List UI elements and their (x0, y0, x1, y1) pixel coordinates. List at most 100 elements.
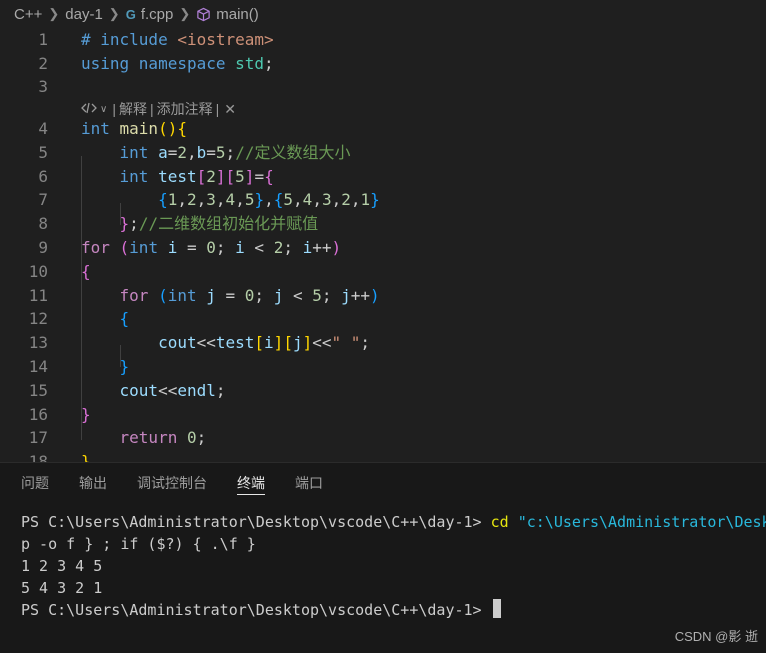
chevron-right-icon: ❯ (179, 6, 191, 21)
code-line: 7 {1,2,3,4,5},{5,4,3,2,1} (0, 188, 766, 212)
terminal-line: PS C:\Users\Administrator\Desktop\vscode… (21, 599, 766, 621)
code-token: 4 (225, 190, 236, 209)
code-token: , (331, 190, 342, 209)
line-number: 2 (38, 54, 48, 73)
code-token: ) (331, 238, 342, 257)
code-line: 11 for (int j = 0; j < 5; j++) (0, 284, 766, 308)
code-token: int (81, 143, 159, 162)
code-token: 5 (283, 190, 294, 209)
terminal-output: 5 4 3 2 1 (21, 579, 103, 597)
code-token: = (254, 167, 265, 186)
code-token: { (81, 262, 91, 281)
code-token: [ (196, 167, 207, 186)
code-token: = (215, 286, 245, 305)
code-line: 3 (0, 75, 766, 99)
close-icon[interactable]: ✕ (224, 101, 236, 118)
code-token: [ (283, 333, 293, 352)
codelens-separator: | (149, 101, 154, 117)
breadcrumb-item-day1[interactable]: day-1 (65, 6, 103, 23)
code-token: 0 (244, 286, 255, 305)
code-token: int (167, 286, 207, 305)
code-token: 1 (167, 190, 178, 209)
code-token: int (81, 119, 120, 138)
code-token: 2 (273, 238, 284, 257)
tab-ports[interactable]: 端口 (295, 463, 323, 503)
code-token: () (158, 119, 178, 138)
code-token: return (81, 428, 187, 447)
terminal-prompt: PS C:\Users\Administrator\Desktop\vscode… (21, 601, 491, 619)
add-comment-link[interactable]: 添加注释 (157, 99, 213, 119)
code-token: i (235, 238, 245, 257)
line-number: 9 (38, 238, 48, 257)
tab-problems[interactable]: 问题 (21, 463, 49, 503)
code-token: { (119, 309, 130, 328)
code-line: 15 cout<<endl; (0, 379, 766, 403)
breadcrumb-item-file[interactable]: G f.cpp (126, 6, 174, 23)
code-token: namespace (138, 54, 236, 73)
code-token: , (264, 190, 274, 209)
code-token: = (177, 238, 207, 257)
code-token: ( (158, 286, 168, 305)
code-token: 5 (312, 286, 322, 305)
tab-terminal[interactable]: 终端 (237, 463, 265, 503)
code-link-icon[interactable] (81, 101, 98, 117)
code-line: 8 };//二维数组初始化并赋值 (0, 212, 766, 236)
code-token: ] (215, 167, 226, 186)
code-text: { (81, 307, 130, 331)
terminal-line: p -o f } ; if ($?) { .\f } (21, 535, 256, 553)
code-token: [ (225, 167, 236, 186)
cpp-file-icon: G (125, 6, 136, 22)
line-number: 14 (28, 357, 48, 376)
code-token: , (235, 190, 245, 209)
code-token: ] (273, 333, 284, 352)
code-line: 14 } (0, 355, 766, 379)
line-number: 13 (28, 333, 48, 352)
chevron-down-icon[interactable]: ∨ (100, 104, 107, 115)
code-token: ] (302, 333, 313, 352)
code-token: j (341, 286, 351, 305)
code-token: } (254, 190, 265, 209)
code-token: ; (254, 286, 274, 305)
code-token: 5 (235, 167, 245, 186)
code-token: ) (370, 286, 380, 305)
code-token: << (158, 381, 178, 400)
line-number: 16 (28, 405, 48, 424)
line-number: 7 (38, 190, 48, 209)
code-token: i (264, 333, 274, 352)
code-editor[interactable]: ∨ | 解释 | 添加注释 | ✕ 1 # include <iostream> 2… (0, 28, 766, 462)
line-number: 5 (38, 143, 48, 162)
breadcrumb-item-symbol[interactable]: main() (196, 6, 259, 23)
code-token: for (81, 238, 120, 257)
line-number: 3 (38, 77, 48, 96)
line-number: 15 (28, 381, 48, 400)
breadcrumb-item-cpp[interactable]: C++ (14, 6, 42, 23)
line-number: 11 (28, 286, 48, 305)
code-text: cout<<endl; (81, 379, 226, 403)
code-token: , (293, 190, 303, 209)
breadcrumb-label: f.cpp (140, 5, 174, 23)
tab-output[interactable]: 输出 (79, 463, 107, 503)
line-number: 17 (28, 428, 48, 447)
code-token: j (273, 286, 284, 305)
code-token: < (283, 286, 313, 305)
tab-debug-console[interactable]: 调试控制台 (137, 463, 207, 503)
code-token: test (158, 167, 197, 186)
code-text: } (81, 450, 91, 462)
code-token: } (81, 405, 91, 424)
code-line: 12 { (0, 307, 766, 331)
terminal[interactable]: PS C:\Users\Administrator\Desktop\vscode… (21, 511, 766, 621)
code-token: for (81, 286, 159, 305)
explain-link[interactable]: 解释 (119, 99, 147, 119)
code-token: # include (81, 30, 178, 49)
code-token: //定义数组大小 (235, 143, 351, 162)
terminal-command: cd (490, 513, 518, 531)
breadcrumb-label: C++ (14, 5, 43, 23)
code-token: //二维数组初始化并赋值 (138, 214, 319, 233)
code-token: 1 (360, 190, 371, 209)
code-token: , (177, 190, 187, 209)
code-token: ; (196, 428, 207, 447)
method-cube-icon (196, 7, 211, 22)
code-line: 16} (0, 403, 766, 427)
